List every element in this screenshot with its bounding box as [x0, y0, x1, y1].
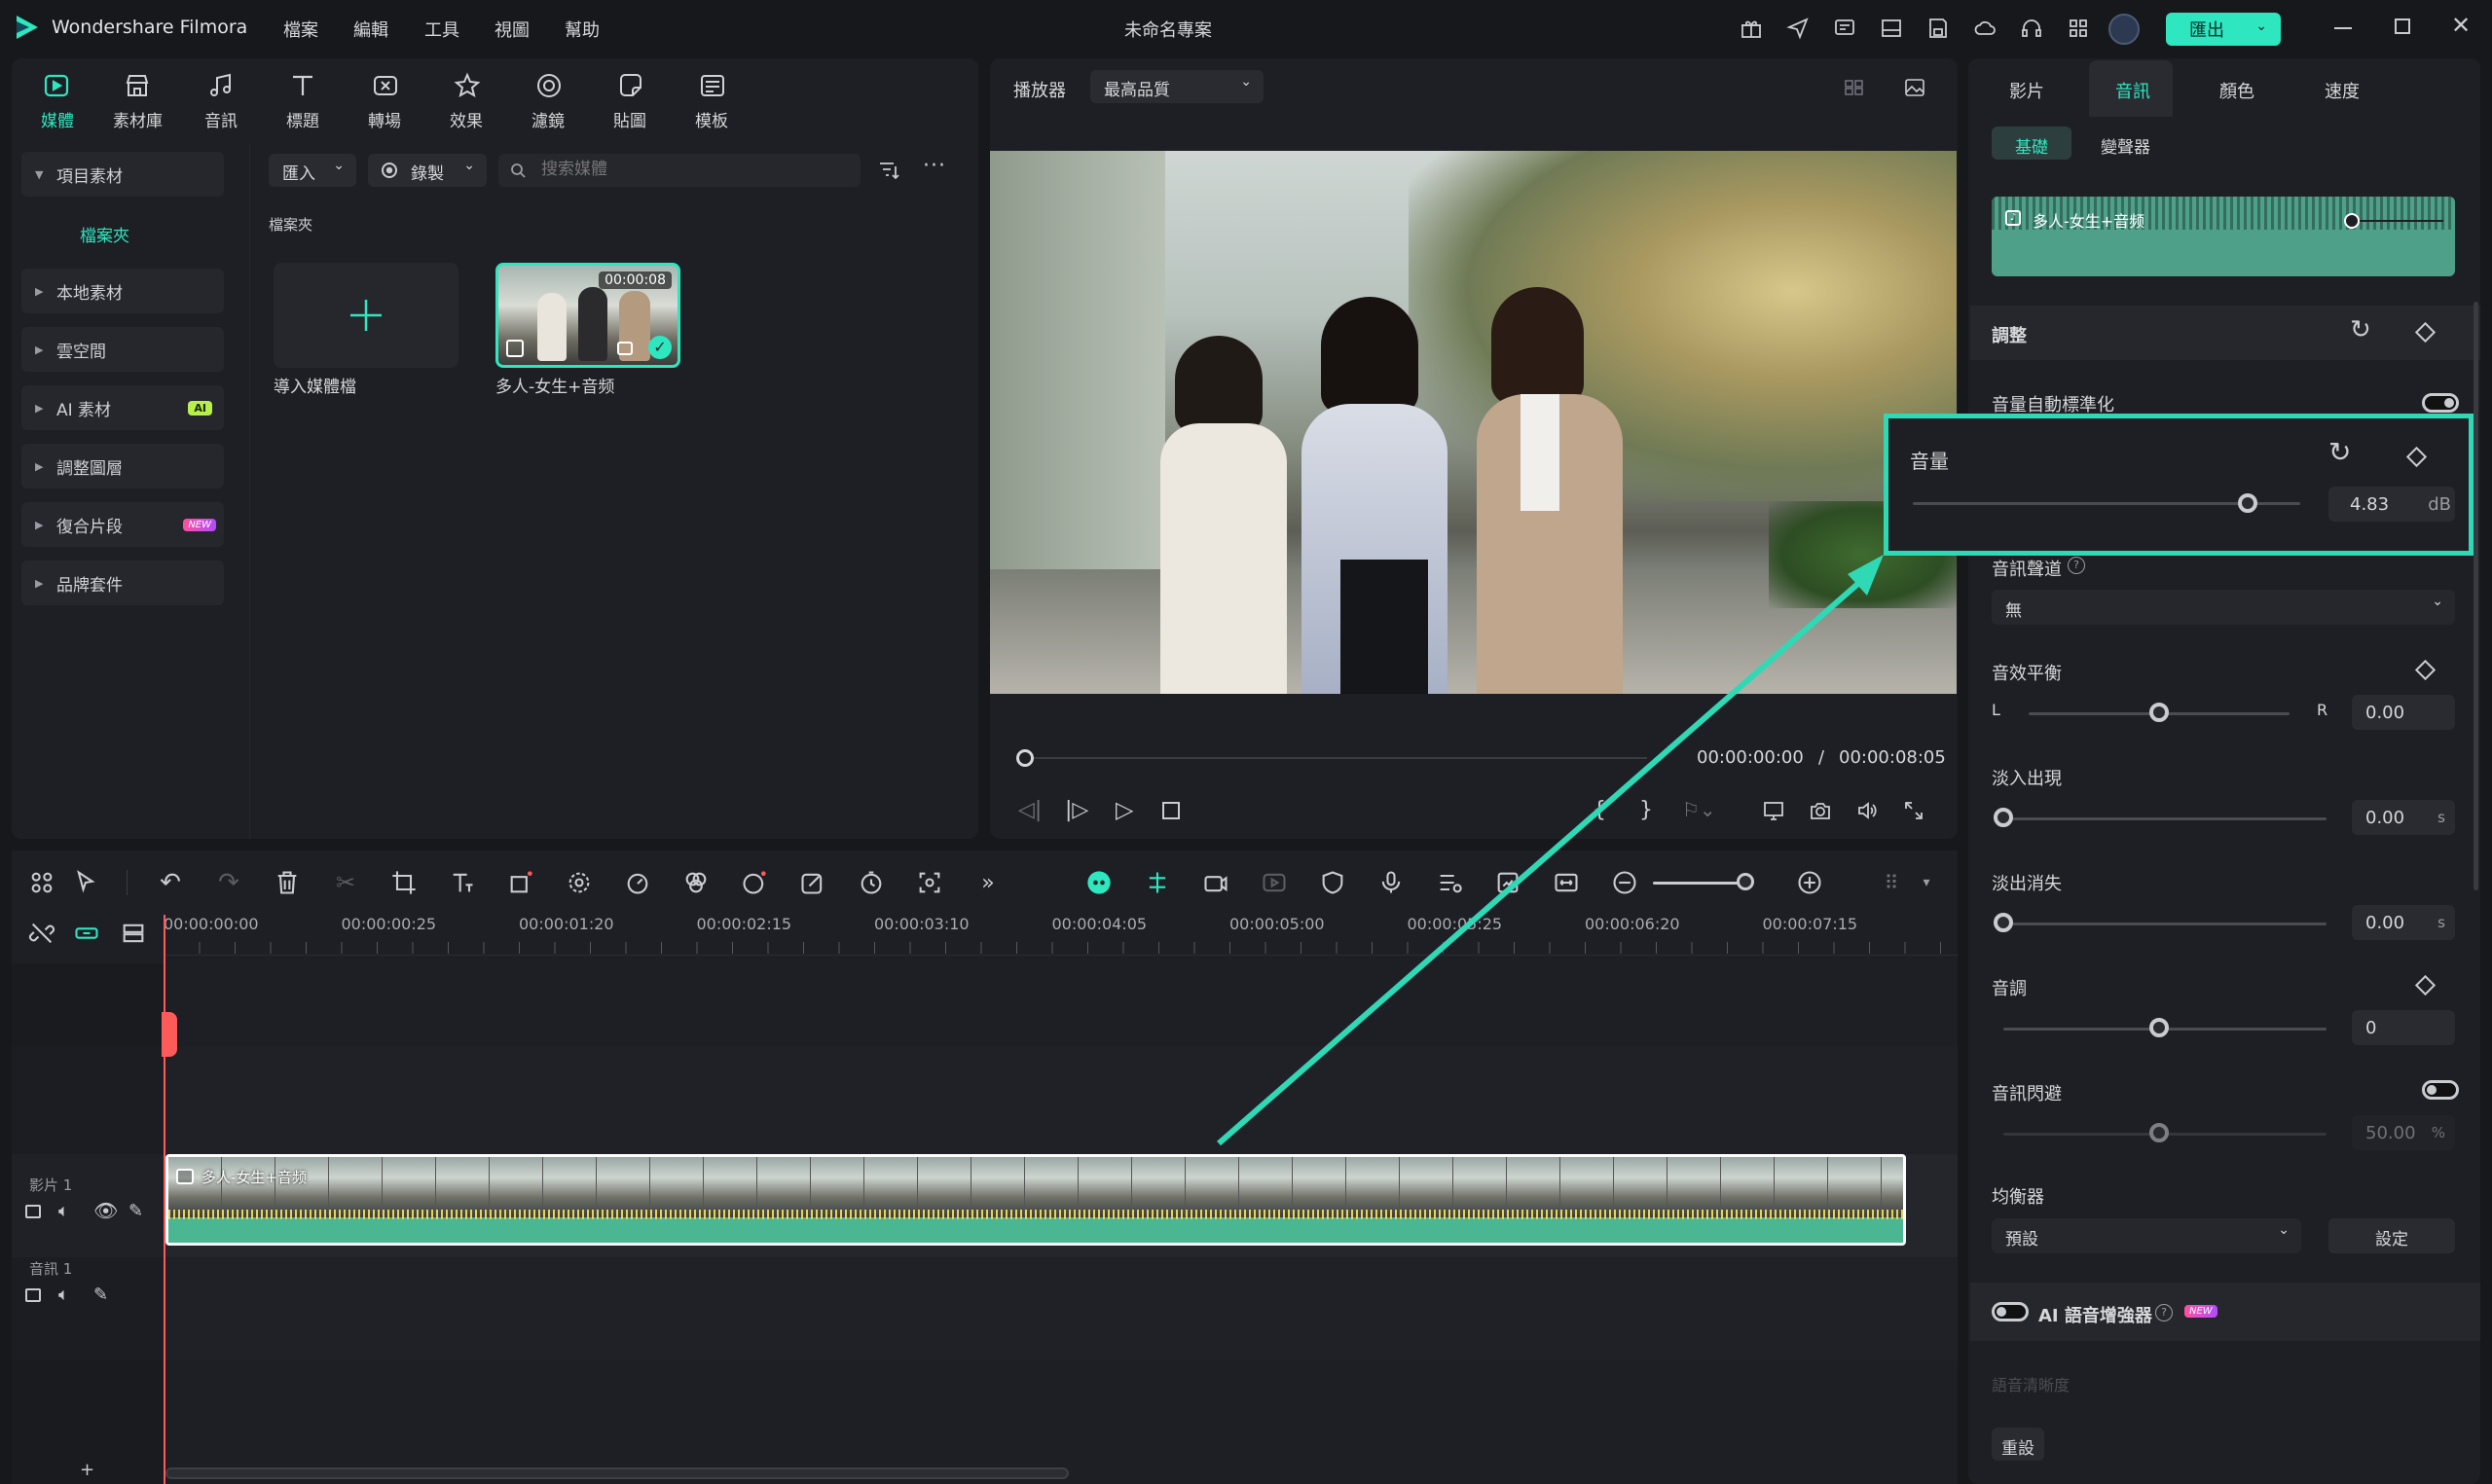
- annotation-arrow: [1217, 555, 1884, 1146]
